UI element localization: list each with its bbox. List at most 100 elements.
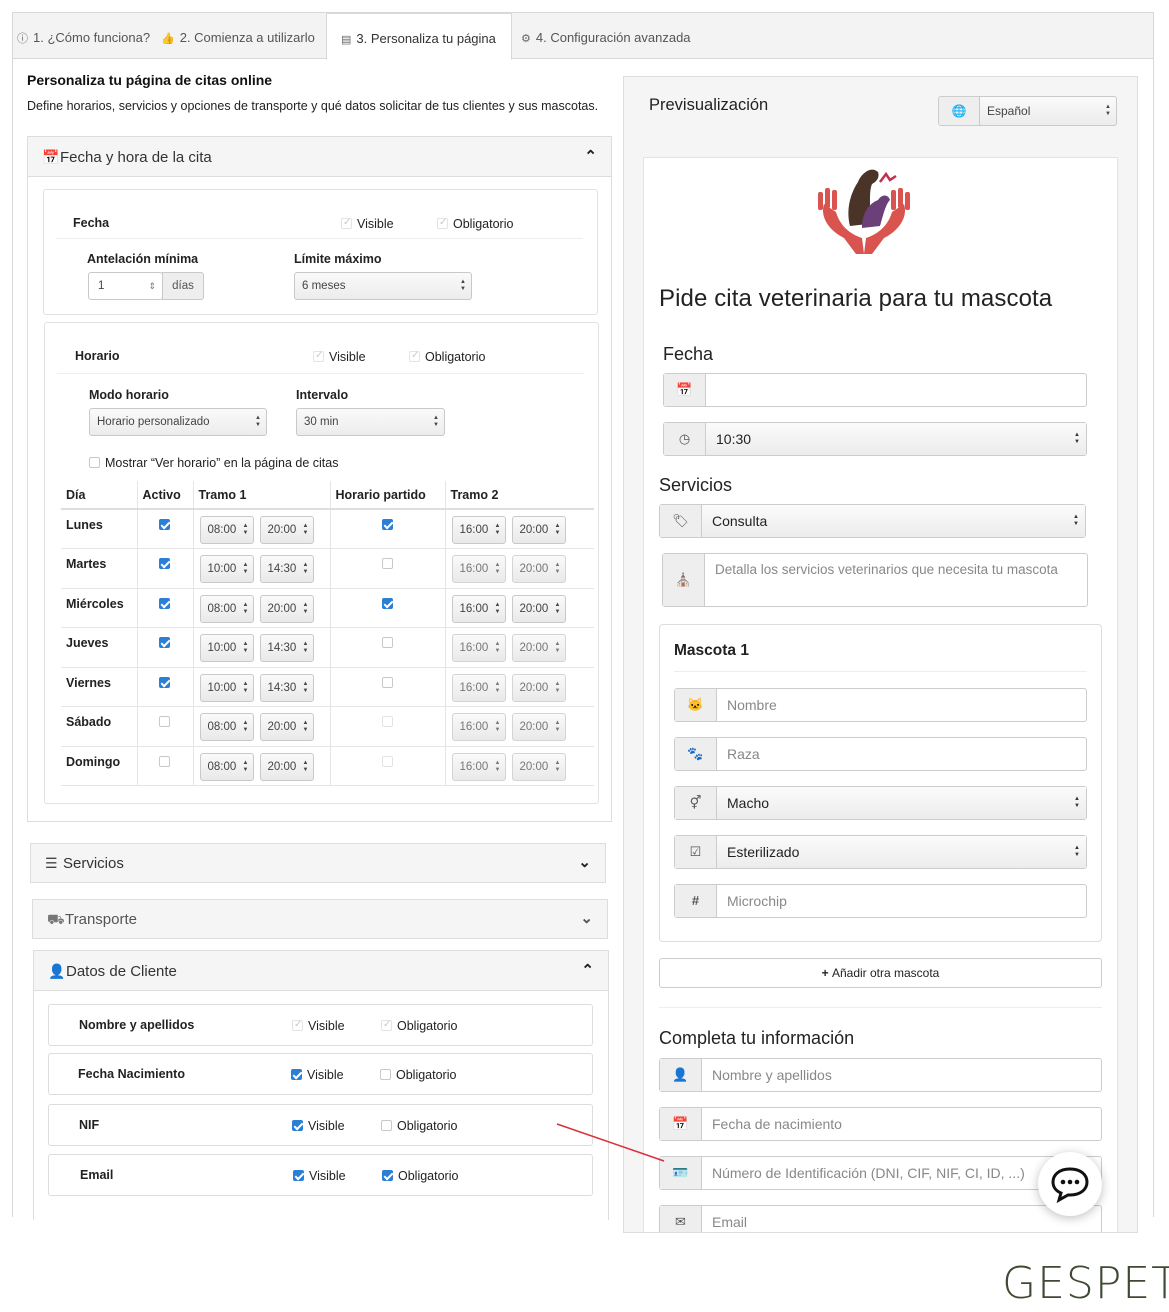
nif-visible-checkbox[interactable]: Visible	[292, 1119, 345, 1133]
horario-partido-checkbox[interactable]	[381, 755, 393, 767]
activo-checkbox[interactable]	[159, 597, 170, 609]
time-select[interactable]: 20:00 ▲ ▼	[511, 634, 566, 662]
nacimiento-obligatorio-checkbox[interactable]: Obligatorio	[380, 1068, 456, 1082]
email-obligatorio-checkbox[interactable]: Obligatorio	[382, 1169, 458, 1183]
time-select[interactable]: 20:00 ▲ ▼	[511, 555, 566, 583]
email-visible-checkbox[interactable]: Visible	[293, 1169, 346, 1183]
chevron-up-icon[interactable]: ⌃	[584, 137, 597, 177]
gender-icon: ⚥	[675, 787, 717, 819]
activo-checkbox[interactable]	[159, 676, 170, 688]
nombre-visible-checkbox[interactable]: Visible	[292, 1018, 345, 1033]
globe-icon: 🌐	[938, 96, 980, 126]
activo-checkbox[interactable]	[159, 519, 170, 530]
mascota-sexo-select[interactable]: ⚥ Macho ▲ ▼	[674, 786, 1087, 820]
time-select[interactable]: 14:30 ▲ ▼	[259, 555, 314, 583]
time-select[interactable]: 10:00 ▲ ▼	[199, 634, 254, 662]
servicio-select[interactable]: 🏷 Consulta ▲ ▼	[659, 504, 1086, 538]
mascota-microchip-input[interactable]: # Microchip	[674, 884, 1087, 918]
activo-checkbox[interactable]	[159, 558, 170, 569]
modo-horario-select[interactable]: Horario personalizado ▲ ▼	[89, 408, 267, 436]
horario-partido-checkbox[interactable]	[381, 637, 393, 648]
schedule-row: Miércoles 08:00 ▲ ▼ 20:00 ▲ ▼ 16:00 ▲ ▼ 20:00 ▲ ▼	[61, 588, 594, 628]
cliente-row-nif: NIF Visible Obligatorio	[48, 1104, 593, 1146]
time-select[interactable]: 20:00 ▲ ▼	[259, 594, 314, 623]
nacimiento-visible-checkbox[interactable]: Visible	[291, 1068, 344, 1082]
cliente-nacimiento-input[interactable]: 📅 Fecha de nacimiento	[659, 1107, 1102, 1141]
servicio-detalle-textarea[interactable]: ⛪ Detalla los servicios veterinarios que…	[662, 553, 1088, 607]
mascota-raza-input[interactable]: 🐾 Raza	[674, 737, 1087, 771]
fecha-section-label: Fecha	[663, 344, 714, 364]
spinner-icon[interactable]: ⇕	[148, 273, 156, 299]
nif-obligatorio-checkbox[interactable]: Obligatorio	[381, 1119, 457, 1133]
time-select[interactable]: 16:00 ▲ ▼	[451, 594, 506, 623]
time-select[interactable]: 16:00 ▲ ▼	[451, 516, 506, 544]
mascota-esterilizado-select[interactable]: ☑ Esterilizado ▲ ▼	[674, 835, 1087, 869]
mascota-nombre-input[interactable]: 🐱 Nombre	[674, 688, 1087, 722]
nombre-obligatorio-checkbox[interactable]: Obligatorio	[381, 1018, 457, 1033]
cliente-id-input[interactable]: 🪪 Número de Identificación (DNI, CIF, NI…	[659, 1156, 1102, 1190]
time-select[interactable]: 20:00 ▲ ▼	[511, 673, 566, 702]
time-select[interactable]: 08:00 ▲ ▼	[199, 752, 254, 781]
add-pet-button[interactable]: + Añadir otra mascota	[659, 958, 1102, 988]
truck-icon: ⛟	[47, 911, 65, 927]
chat-button[interactable]	[1038, 1152, 1102, 1216]
intervalo-select[interactable]: 30 min ▲ ▼	[296, 408, 445, 436]
cliente-nombre-input[interactable]: 👤 Nombre y apellidos	[659, 1058, 1102, 1092]
time-select[interactable]: 10:00 ▲ ▼	[199, 555, 254, 583]
servicios-panel-header[interactable]: ☰ Servicios ⌄	[31, 844, 605, 882]
info-section-title: Completa tu información	[659, 1028, 855, 1048]
time-select[interactable]: 08:00 ▲ ▼	[199, 516, 254, 544]
horario-partido-checkbox[interactable]	[381, 519, 393, 530]
time-select[interactable]: 08:00 ▲ ▼	[199, 713, 254, 741]
activo-checkbox[interactable]	[159, 755, 170, 767]
time-select[interactable]: 20:00 ▲ ▼	[511, 713, 566, 741]
time-select[interactable]: 10:00 ▲ ▼	[199, 673, 254, 702]
time-select[interactable]: 14:30 ▲ ▼	[259, 673, 314, 702]
horario-partido-checkbox[interactable]	[381, 716, 393, 727]
hora-select[interactable]: ◷ 10:30 ▲ ▼	[663, 422, 1087, 456]
select-arrows-icon: ▲ ▼	[494, 523, 501, 536]
tab-bar: ⓘ 1. ¿Cómo funciona? 👍 2. Comienza a utili…	[13, 13, 1153, 60]
horario-partido-checkbox[interactable]	[381, 597, 393, 609]
datos-cliente-panel-header[interactable]: 👤Datos de Cliente ⌃	[34, 951, 608, 991]
time-select[interactable]: 16:00 ▲ ▼	[451, 634, 506, 662]
mostrar-horario-checkbox[interactable]: Mostrar “Ver horario” en la página de ci…	[89, 456, 338, 470]
tab-configuracion[interactable]: ⚙ 4. Configuración avanzada	[521, 13, 721, 59]
time-select[interactable]: 20:00 ▲ ▼	[511, 752, 566, 781]
servicios-section-label: Servicios	[659, 475, 733, 495]
activo-checkbox[interactable]	[159, 637, 170, 648]
chevron-up-icon[interactable]: ⌃	[581, 951, 594, 991]
time-select[interactable]: 20:00 ▲ ▼	[259, 752, 314, 781]
chevron-down-icon[interactable]: ⌄	[580, 900, 593, 938]
horario-partido-checkbox[interactable]	[381, 558, 393, 569]
time-select[interactable]: 20:00 ▲ ▼	[511, 594, 566, 623]
horario-partido-checkbox[interactable]	[381, 676, 393, 688]
time-select[interactable]: 16:00 ▲ ▼	[451, 752, 506, 781]
tab-comienza[interactable]: 👍 2. Comienza a utilizarlo	[161, 13, 331, 59]
time-select[interactable]: 20:00 ▲ ▼	[259, 713, 314, 741]
limite-select[interactable]: 6 meses ▲ ▼	[294, 272, 472, 300]
time-select[interactable]: 08:00 ▲ ▼	[199, 594, 254, 623]
horario-visible-checkbox[interactable]: Visible	[313, 349, 366, 364]
fecha-input[interactable]: 📅	[663, 373, 1087, 407]
chevron-down-icon[interactable]: ⌄	[578, 844, 591, 882]
tab-personaliza[interactable]: ▤ 3. Personaliza tu página	[326, 13, 512, 60]
preview-heading: Pide cita veterinaria para tu mascota	[659, 285, 1053, 312]
time-select[interactable]: 16:00 ▲ ▼	[451, 673, 506, 702]
horario-obligatorio-checkbox[interactable]: Obligatorio	[409, 349, 485, 364]
time-select[interactable]: 16:00 ▲ ▼	[451, 555, 506, 583]
time-select[interactable]: 20:00 ▲ ▼	[259, 516, 314, 544]
fecha-visible-checkbox[interactable]: Visible	[341, 216, 394, 231]
activo-checkbox[interactable]	[159, 716, 170, 727]
tab-como-funciona[interactable]: ⓘ 1. ¿Cómo funciona?	[17, 13, 157, 59]
cliente-email-input[interactable]: ✉ Email	[659, 1205, 1102, 1235]
fecha-hora-panel-header[interactable]: 📅Fecha y hora de la cita ⌃	[28, 137, 611, 177]
transporte-panel-header[interactable]: ⛟Transporte ⌄	[33, 900, 607, 938]
time-select[interactable]: 20:00 ▲ ▼	[511, 516, 566, 544]
antelacion-input[interactable]: 1 ⇕	[88, 272, 163, 300]
time-select[interactable]: 14:30 ▲ ▼	[259, 634, 314, 662]
time-select[interactable]: 16:00 ▲ ▼	[451, 713, 506, 741]
day-label: Sábado	[61, 706, 138, 747]
fecha-obligatorio-checkbox[interactable]: Obligatorio	[437, 216, 513, 231]
language-select[interactable]: Español ▲ ▼	[979, 96, 1117, 126]
